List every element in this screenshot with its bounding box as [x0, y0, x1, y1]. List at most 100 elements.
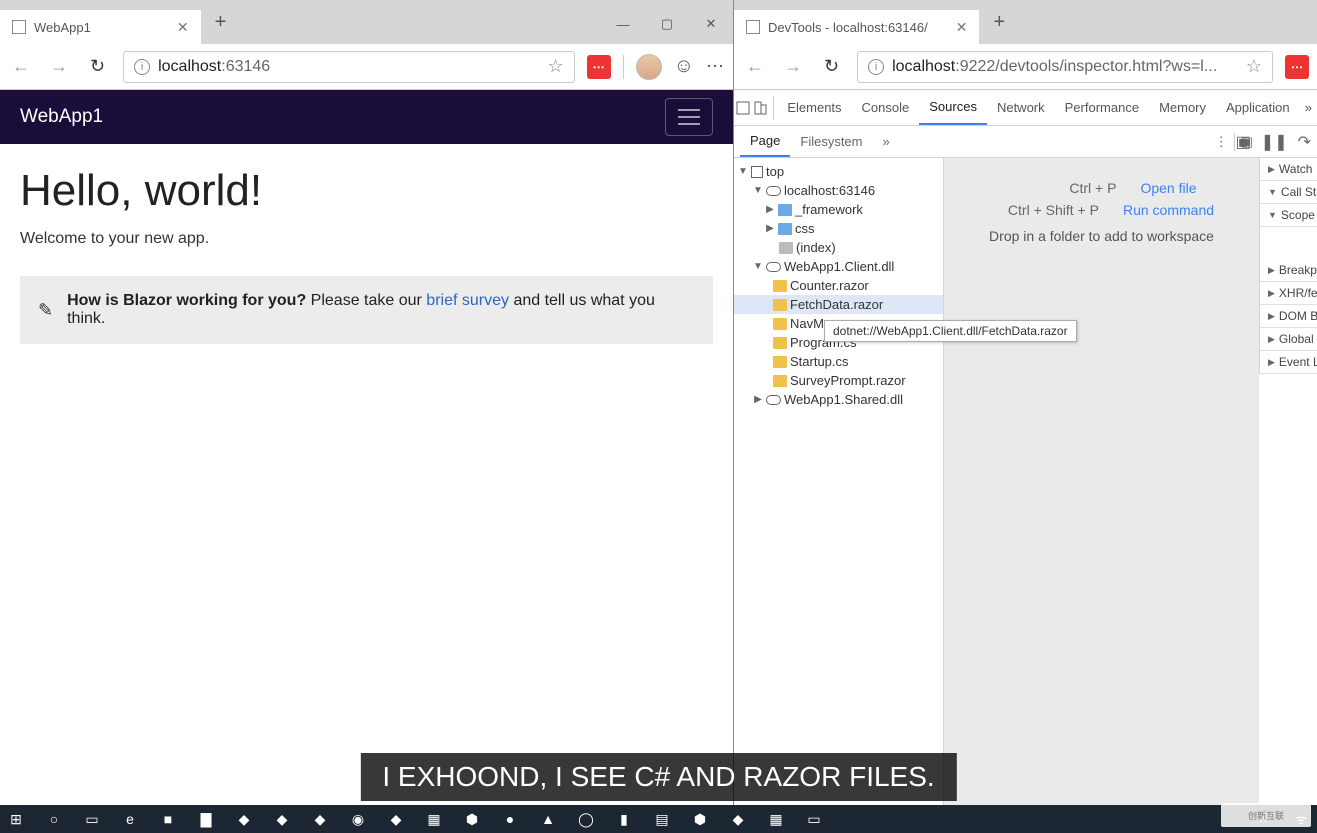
- app-icon[interactable]: ▤: [650, 809, 674, 829]
- app-icon[interactable]: ▮: [612, 809, 636, 829]
- debugger-controls: ▣ ❚❚ ↷: [1259, 126, 1317, 158]
- tree-file[interactable]: Startup.cs: [734, 352, 943, 371]
- devtools-tab-performance[interactable]: Performance: [1055, 90, 1149, 125]
- devtools-tab-network[interactable]: Network: [987, 90, 1055, 125]
- cortana-icon[interactable]: ○: [42, 809, 66, 829]
- favorite-icon[interactable]: ☆: [1246, 56, 1262, 77]
- file-tree[interactable]: ▼top ▼localhost:63146 ▶_framework ▶css (…: [734, 158, 944, 833]
- app-icon[interactable]: ▭: [802, 809, 826, 829]
- tree-file[interactable]: FetchData.razor: [734, 295, 943, 314]
- pause-icon[interactable]: ❚❚: [1261, 132, 1288, 152]
- toggle-panel-icon[interactable]: ▣: [1236, 132, 1251, 152]
- tree-shared-dll[interactable]: ▶WebApp1.Shared.dll: [734, 390, 943, 409]
- profile-avatar[interactable]: [636, 54, 662, 80]
- minimize-icon[interactable]: —: [601, 9, 645, 39]
- devtools-tab-elements[interactable]: Elements: [777, 90, 851, 125]
- sources-subtab-page[interactable]: Page: [740, 126, 790, 157]
- step-over-icon[interactable]: ↷: [1298, 132, 1311, 152]
- page-icon: [12, 20, 26, 34]
- debugger-section[interactable]: ▶Global Listeners: [1260, 328, 1317, 351]
- devtools-tab-memory[interactable]: Memory: [1149, 90, 1216, 125]
- back-icon[interactable]: ←: [8, 56, 34, 77]
- new-tab-button[interactable]: +: [201, 11, 241, 34]
- browser-tab-devtools[interactable]: DevTools - localhost:63146/ ✕: [734, 10, 979, 44]
- vs-icon[interactable]: ◆: [232, 809, 256, 829]
- debugger-section[interactable]: ▼Call Stack: [1260, 181, 1317, 204]
- devtools-tab-console[interactable]: Console: [852, 90, 920, 125]
- close-tab-icon[interactable]: ✕: [177, 19, 189, 36]
- pencil-icon: ✎: [38, 300, 53, 321]
- favorite-icon[interactable]: ☆: [547, 56, 563, 77]
- tree-folder-css[interactable]: ▶css: [734, 219, 943, 238]
- tree-top[interactable]: ▼top: [734, 162, 943, 181]
- debugger-section[interactable]: ▶DOM Breakpoints: [1260, 305, 1317, 328]
- app-icon[interactable]: ▲: [536, 809, 560, 829]
- app-icon[interactable]: ▦: [764, 809, 788, 829]
- app-icon[interactable]: ⬢: [460, 809, 484, 829]
- app-icon[interactable]: ■: [156, 809, 180, 829]
- devtools-tab-sources[interactable]: Sources: [919, 90, 987, 125]
- kebab-icon[interactable]: ⋮: [1215, 134, 1228, 150]
- taskview-icon[interactable]: ▭: [80, 809, 104, 829]
- edge-icon[interactable]: e: [118, 809, 142, 829]
- device-toggle-icon[interactable]: [751, 90, 768, 125]
- drop-hint: Drop in a folder to add to workspace: [989, 228, 1214, 244]
- forward-icon[interactable]: →: [46, 56, 72, 77]
- shortcut-cmd-keys: Ctrl + Shift + P: [989, 202, 1099, 218]
- tree-client-dll[interactable]: ▼WebApp1.Client.dll: [734, 257, 943, 276]
- feedback-icon[interactable]: ☺: [674, 55, 694, 78]
- start-icon[interactable]: ⊞: [4, 809, 28, 829]
- site-info-icon[interactable]: i: [134, 59, 150, 75]
- debugger-section[interactable]: ▶XHR/fetch: [1260, 282, 1317, 305]
- extension-icon[interactable]: ⋯: [587, 55, 611, 79]
- debugger-section[interactable]: ▶Watch: [1260, 158, 1317, 181]
- site-info-icon[interactable]: i: [868, 59, 884, 75]
- menu-icon[interactable]: ⋯: [706, 56, 725, 77]
- forward-icon[interactable]: →: [780, 56, 806, 77]
- debugger-section[interactable]: ▼Scope: [1260, 204, 1317, 227]
- close-window-icon[interactable]: ✕: [689, 9, 733, 39]
- tree-file[interactable]: SurveyPrompt.razor: [734, 371, 943, 390]
- browser-tab[interactable]: WebApp1 ✕: [0, 10, 201, 44]
- tree-host[interactable]: ▼localhost:63146: [734, 181, 943, 200]
- debugger-section[interactable]: ▶Breakpoints: [1260, 259, 1317, 282]
- app-icon[interactable]: ●: [498, 809, 522, 829]
- debugger-section[interactable]: ▶Event Listeners: [1260, 351, 1317, 374]
- reload-icon[interactable]: ↻: [84, 56, 111, 77]
- shortcut-cmd-label[interactable]: Run command: [1123, 202, 1214, 218]
- more-subtabs-icon[interactable]: »: [873, 134, 900, 149]
- shortcut-open-label[interactable]: Open file: [1140, 180, 1196, 196]
- vs-icon-2[interactable]: ◆: [270, 809, 294, 829]
- hamburger-icon[interactable]: [665, 98, 713, 136]
- tree-file[interactable]: Counter.razor: [734, 276, 943, 295]
- back-icon[interactable]: ←: [742, 56, 768, 77]
- tab-title: DevTools - localhost:63146/: [768, 20, 928, 35]
- explorer-icon[interactable]: ▇: [194, 809, 218, 829]
- maximize-icon[interactable]: ▢: [645, 9, 689, 39]
- url-input[interactable]: i localhost:9222/devtools/inspector.html…: [857, 51, 1273, 83]
- url-host: localhost: [158, 58, 221, 75]
- close-tab-icon[interactable]: ✕: [956, 19, 968, 36]
- tree-file-index[interactable]: (index): [734, 238, 943, 257]
- app-icon[interactable]: ⬢: [688, 809, 712, 829]
- inspect-icon[interactable]: [734, 90, 751, 125]
- reload-icon[interactable]: ↻: [818, 56, 845, 77]
- page-heading: Hello, world!: [20, 166, 713, 216]
- app-icon[interactable]: ◆: [384, 809, 408, 829]
- new-tab-button[interactable]: +: [979, 11, 1019, 34]
- page-icon: [746, 20, 760, 34]
- more-tools-icon[interactable]: »: [1300, 90, 1317, 125]
- tab-bar-right: DevTools - localhost:63146/ ✕ +: [734, 0, 1317, 44]
- app-icon[interactable]: ▦: [422, 809, 446, 829]
- extension-icon[interactable]: ⋯: [1285, 55, 1309, 79]
- app-icon[interactable]: ◉: [346, 809, 370, 829]
- vs-icon-3[interactable]: ◆: [308, 809, 332, 829]
- survey-link[interactable]: brief survey: [426, 292, 509, 309]
- app-icon[interactable]: ◆: [726, 809, 750, 829]
- tree-folder-framework[interactable]: ▶_framework: [734, 200, 943, 219]
- sources-subtab-filesystem[interactable]: Filesystem: [790, 126, 872, 157]
- app-icon[interactable]: ◯: [574, 809, 598, 829]
- survey-prefix: How is Blazor working for you?: [67, 292, 306, 309]
- url-input[interactable]: i localhost:63146 ☆: [123, 51, 574, 83]
- devtools-tab-application[interactable]: Application: [1216, 90, 1300, 125]
